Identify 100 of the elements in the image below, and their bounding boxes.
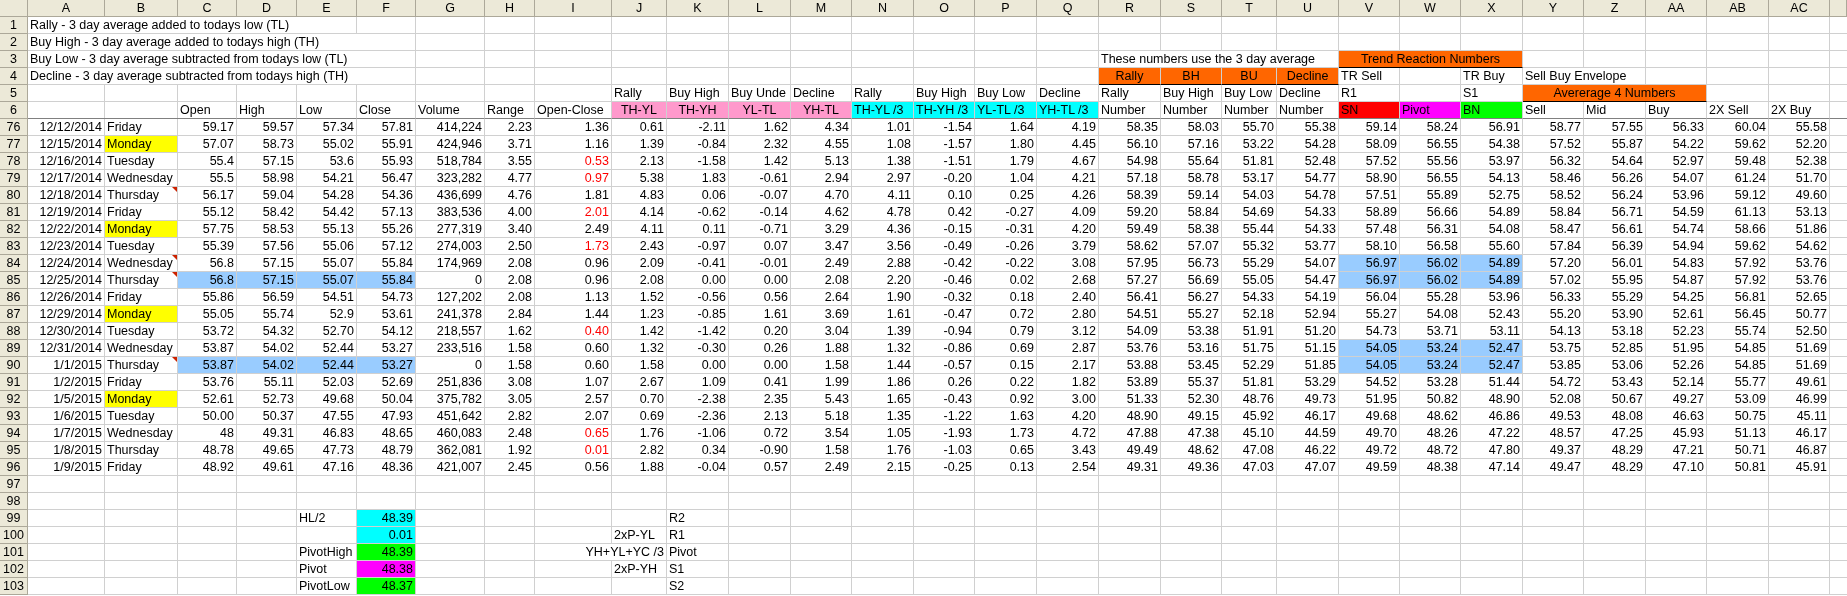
row-header[interactable]: 84: [0, 255, 28, 272]
table-cell: Number: [1161, 102, 1222, 119]
table-cell: 54.89: [1461, 272, 1523, 289]
row-header[interactable]: 79: [0, 170, 28, 187]
row-header[interactable]: 4: [0, 68, 28, 85]
column-header[interactable]: M: [791, 0, 852, 17]
row-header[interactable]: 82: [0, 221, 28, 238]
table-cell: YH-TL: [791, 102, 852, 119]
row-header[interactable]: 83: [0, 238, 28, 255]
row-header[interactable]: 102: [0, 561, 28, 578]
row-header[interactable]: 97: [0, 476, 28, 493]
column-header[interactable]: R: [1099, 0, 1161, 17]
column-header[interactable]: I: [535, 0, 612, 17]
column-header[interactable]: W: [1400, 0, 1461, 17]
row-header[interactable]: 2: [0, 34, 28, 51]
table-cell: Monday: [105, 391, 178, 408]
column-header[interactable]: Y: [1523, 0, 1584, 17]
row-header[interactable]: 95: [0, 442, 28, 459]
column-header[interactable]: AC: [1769, 0, 1830, 17]
column-header[interactable]: H: [485, 0, 535, 17]
table-cell: Thursday: [107, 358, 160, 372]
column-header[interactable]: D: [237, 0, 297, 17]
table-cell: 54.05: [1339, 357, 1400, 374]
column-header[interactable]: U: [1277, 0, 1339, 17]
table-cell: BU: [1222, 68, 1277, 85]
table-cell: 48.39: [357, 510, 416, 527]
row-header[interactable]: 92: [0, 391, 28, 408]
row-header[interactable]: 78: [0, 153, 28, 170]
table-cell: Range: [485, 102, 535, 119]
row-header[interactable]: 91: [0, 374, 28, 391]
column-header[interactable]: T: [1222, 0, 1277, 17]
table-cell: 56.97: [1339, 272, 1400, 289]
column-header[interactable]: Q: [1037, 0, 1099, 17]
table-cell: Thursday: [107, 188, 160, 202]
row-header[interactable]: 1: [0, 17, 28, 34]
table-cell: 48.39: [357, 544, 416, 561]
column-header[interactable]: A: [28, 0, 105, 17]
table-cell: Mid: [1584, 102, 1646, 119]
column-header[interactable]: S: [1161, 0, 1222, 17]
select-all-corner[interactable]: [0, 0, 28, 17]
row-header[interactable]: 6: [0, 102, 28, 119]
table-cell: 53.24: [1400, 340, 1461, 357]
row-header[interactable]: 88: [0, 323, 28, 340]
row-header[interactable]: 77: [0, 136, 28, 153]
table-cell: Avererage 4 Numbers: [1523, 85, 1707, 102]
table-cell: Volume: [416, 102, 485, 119]
table-cell: High: [237, 102, 297, 119]
row-header[interactable]: 98: [0, 493, 28, 510]
column-header[interactable]: Z: [1584, 0, 1646, 17]
column-header[interactable]: [1830, 0, 1847, 17]
row-header[interactable]: 85: [0, 272, 28, 289]
row-header[interactable]: 3: [0, 51, 28, 68]
table-cell: Monday: [105, 306, 178, 323]
table-cell: 2X Sell: [1707, 102, 1769, 119]
table-cell: Number: [1277, 102, 1339, 119]
row-header[interactable]: 99: [0, 510, 28, 527]
column-header[interactable]: V: [1339, 0, 1400, 17]
column-header[interactable]: F: [357, 0, 416, 17]
column-header[interactable]: B: [105, 0, 178, 17]
table-cell: YL-TL: [729, 102, 791, 119]
row-header[interactable]: 89: [0, 340, 28, 357]
table-cell: 48.38: [357, 561, 416, 578]
column-header[interactable]: N: [852, 0, 914, 17]
table-cell: 54.05: [1339, 340, 1400, 357]
table-cell: BN: [1461, 102, 1523, 119]
column-header[interactable]: C: [178, 0, 237, 17]
row-header[interactable]: 80: [0, 187, 28, 204]
column-header[interactable]: AB: [1707, 0, 1769, 17]
row-header[interactable]: 5: [0, 85, 28, 102]
row-header[interactable]: 94: [0, 425, 28, 442]
table-cell: 56.02: [1400, 255, 1461, 272]
column-header[interactable]: K: [667, 0, 729, 17]
row-header[interactable]: 100: [0, 527, 28, 544]
row-header[interactable]: 101: [0, 544, 28, 561]
column-header[interactable]: L: [729, 0, 791, 17]
row-header[interactable]: 96: [0, 459, 28, 476]
table-cell: 52.47: [1461, 340, 1523, 357]
table-cell: Number: [1099, 102, 1161, 119]
row-header[interactable]: 81: [0, 204, 28, 221]
row-header[interactable]: 86: [0, 289, 28, 306]
table-cell: TH-YL /3: [852, 102, 914, 119]
table-cell: 56.02: [1400, 272, 1461, 289]
row-header[interactable]: 87: [0, 306, 28, 323]
table-cell: 57.15: [237, 272, 297, 289]
row-header[interactable]: 103: [0, 578, 28, 595]
row-header[interactable]: 76: [0, 119, 28, 136]
row-header[interactable]: 93: [0, 408, 28, 425]
column-header[interactable]: X: [1461, 0, 1523, 17]
column-header[interactable]: O: [914, 0, 975, 17]
column-header[interactable]: P: [975, 0, 1037, 17]
column-header[interactable]: E: [297, 0, 357, 17]
column-header[interactable]: G: [416, 0, 485, 17]
table-cell: Decline: [1277, 68, 1339, 85]
table-cell: BH: [1161, 68, 1222, 85]
column-header[interactable]: J: [612, 0, 667, 17]
table-cell: TH-YL: [612, 102, 667, 119]
row-header[interactable]: 90: [0, 357, 28, 374]
table-cell: Sell: [1523, 102, 1584, 119]
column-header[interactable]: AA: [1646, 0, 1707, 17]
table-cell: 53.27: [357, 357, 416, 374]
